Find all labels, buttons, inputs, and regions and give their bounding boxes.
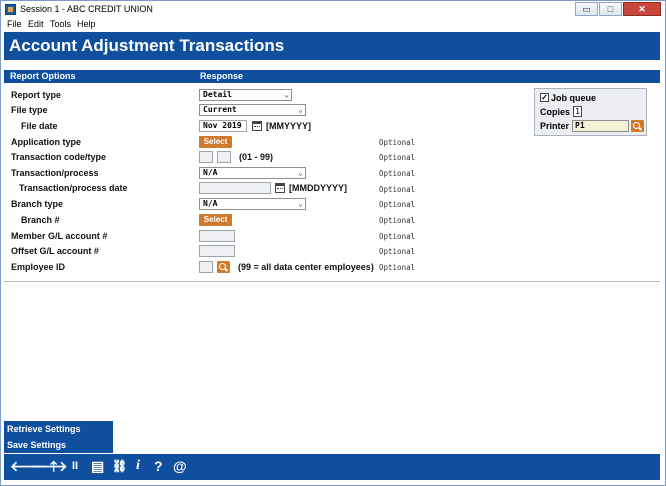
optional-text: Optional xyxy=(379,263,416,272)
printer-search-icon[interactable] xyxy=(631,120,644,132)
search-icon[interactable] xyxy=(217,261,230,273)
optional-text: Optional xyxy=(379,232,416,241)
app-icon xyxy=(5,4,16,15)
transaction-process-select[interactable]: N/A ⌄ xyxy=(199,167,306,179)
optional-text: Optional xyxy=(379,138,416,147)
transaction-process-label: Transaction/process xyxy=(11,168,99,178)
file-date-format: [MMYYYY] xyxy=(266,121,311,131)
help-icon[interactable]: ? xyxy=(154,458,163,474)
branch-type-label: Branch type xyxy=(11,199,64,209)
divider xyxy=(4,281,660,282)
file-date-label: File date xyxy=(21,121,58,131)
link-icon[interactable]: ⛓ xyxy=(112,458,127,474)
application-type-select-button[interactable]: Select xyxy=(199,136,232,148)
application-type-label: Application type xyxy=(11,137,82,147)
optional-text: Optional xyxy=(379,169,416,178)
chevron-down-icon: ⌄ xyxy=(284,90,289,99)
print-icon[interactable]: ▤ xyxy=(91,458,104,474)
menu-bar: File Edit Tools Help xyxy=(1,18,665,31)
footer-toolbar: 🡐 🡒 🡑 II ▤ ⛓ i ? @ xyxy=(4,454,660,480)
report-type-label: Report type xyxy=(11,90,62,100)
transaction-code-input[interactable] xyxy=(199,151,213,163)
copies-label: Copies xyxy=(540,107,571,117)
email-icon[interactable]: @ xyxy=(173,458,187,474)
optional-text: Optional xyxy=(379,247,416,256)
chevron-down-icon: ⌄ xyxy=(298,168,303,177)
pause-icon[interactable]: II xyxy=(72,458,78,474)
branch-type-value: N/A xyxy=(203,199,218,208)
file-type-select[interactable]: Current ⌄ xyxy=(199,104,306,116)
title-bar: Session 1 - ABC CREDIT UNION ▭ □ ✕ xyxy=(1,1,665,18)
optional-text: Optional xyxy=(379,216,416,225)
employee-id-hint: (99 = all data center employees) xyxy=(238,262,374,272)
minimize-button[interactable]: ▭ xyxy=(575,2,598,16)
transaction-type-input[interactable] xyxy=(217,151,231,163)
menu-edit[interactable]: Edit xyxy=(28,19,44,29)
forward-arrow-icon[interactable]: 🡒 xyxy=(30,458,68,474)
retrieve-settings-button[interactable]: Retrieve Settings xyxy=(4,421,113,437)
maximize-button[interactable]: □ xyxy=(599,2,622,16)
menu-file[interactable]: File xyxy=(7,19,22,29)
section-header: Report Options Response xyxy=(4,70,660,83)
offset-gl-input[interactable] xyxy=(199,245,235,257)
info-icon[interactable]: i xyxy=(136,458,140,474)
transaction-process-date-label: Transaction/process date xyxy=(19,183,128,193)
job-queue-checkbox[interactable]: ✓ xyxy=(540,93,549,102)
offset-gl-label: Offset G/L account # xyxy=(11,246,99,256)
job-queue-label: Job queue xyxy=(551,93,597,103)
employee-id-input[interactable] xyxy=(199,261,213,273)
chevron-down-icon: ⌄ xyxy=(298,199,303,208)
copies-input[interactable]: 1 xyxy=(573,106,582,117)
job-queue-panel: ✓ Job queue Copies 1 Printer P1 xyxy=(534,88,647,136)
employee-id-label: Employee ID xyxy=(11,262,66,272)
up-arrow-icon[interactable]: 🡑 xyxy=(50,458,57,474)
printer-label: Printer xyxy=(540,121,570,131)
page-header: Account Adjustment Transactions xyxy=(4,32,660,60)
menu-tools[interactable]: Tools xyxy=(50,19,71,29)
member-gl-input[interactable] xyxy=(199,230,235,242)
report-type-select[interactable]: Detail ⌄ xyxy=(199,89,292,101)
calendar-icon[interactable] xyxy=(275,183,285,193)
branch-select-button[interactable]: Select xyxy=(199,214,232,226)
transaction-process-value: N/A xyxy=(203,168,218,177)
save-settings-button[interactable]: Save Settings xyxy=(4,437,113,453)
file-date-input[interactable]: Nov 2019 xyxy=(199,120,247,132)
transaction-code-label: Transaction code/type xyxy=(11,152,107,162)
menu-help[interactable]: Help xyxy=(77,19,96,29)
branch-type-select[interactable]: N/A ⌄ xyxy=(199,198,306,210)
file-type-value: Current xyxy=(203,105,237,114)
transaction-process-date-input[interactable] xyxy=(199,182,271,194)
branch-number-label: Branch # xyxy=(21,215,60,225)
close-button[interactable]: ✕ xyxy=(623,2,661,16)
transaction-process-date-format: [MMDDYYYY] xyxy=(289,183,347,193)
file-type-label: File type xyxy=(11,105,48,115)
printer-input[interactable]: P1 xyxy=(572,120,629,132)
transaction-code-range: (01 - 99) xyxy=(239,152,274,162)
page-title: Account Adjustment Transactions xyxy=(9,36,285,55)
optional-text: Optional xyxy=(379,200,416,209)
optional-text: Optional xyxy=(379,153,416,162)
report-type-value: Detail xyxy=(203,90,232,99)
calendar-icon[interactable] xyxy=(252,121,262,131)
window-title: Session 1 - ABC CREDIT UNION xyxy=(20,4,153,14)
optional-text: Optional xyxy=(379,185,416,194)
section-label-report-options: Report Options xyxy=(10,71,76,81)
app-window: Session 1 - ABC CREDIT UNION ▭ □ ✕ File … xyxy=(0,0,666,486)
section-label-response: Response xyxy=(200,71,244,81)
chevron-down-icon: ⌄ xyxy=(298,105,303,114)
member-gl-label: Member G/L account # xyxy=(11,231,108,241)
